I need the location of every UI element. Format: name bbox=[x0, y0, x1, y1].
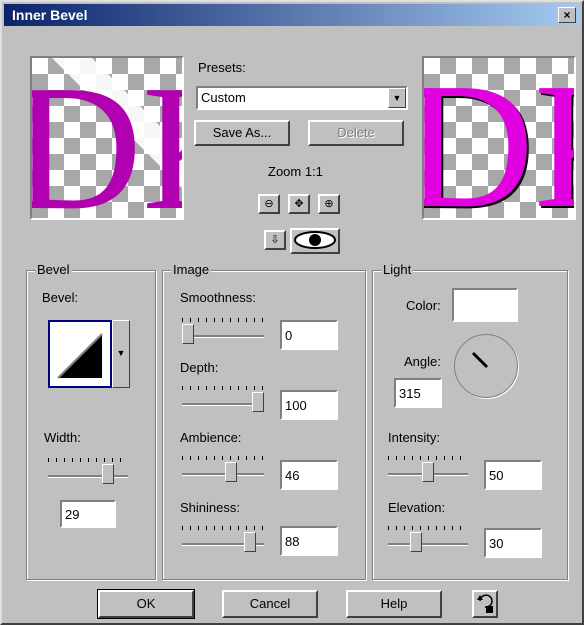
depth-slider[interactable] bbox=[182, 382, 264, 418]
intensity-label: Intensity: bbox=[388, 430, 441, 445]
slider-track bbox=[48, 475, 128, 478]
light-color-swatch[interactable] bbox=[452, 288, 518, 322]
elevation-slider[interactable] bbox=[388, 522, 468, 558]
slider-ticks bbox=[388, 526, 468, 530]
elevation-field[interactable] bbox=[484, 528, 542, 558]
shininess-label: Shininess: bbox=[180, 500, 240, 515]
slider-track bbox=[388, 543, 468, 546]
preview-glyphs-beveled: DK bbox=[424, 58, 574, 218]
cancel-button[interactable]: Cancel bbox=[222, 590, 318, 618]
close-button[interactable]: × bbox=[558, 7, 576, 23]
smoothness-field[interactable] bbox=[280, 320, 338, 350]
slider-thumb[interactable] bbox=[244, 532, 256, 552]
zoom-in-button[interactable]: ⊕ bbox=[318, 194, 340, 214]
presets-label: Presets: bbox=[198, 60, 246, 75]
auto-proof-toggle[interactable] bbox=[290, 228, 340, 254]
pan-button[interactable]: ✥ bbox=[288, 194, 310, 214]
dropdown-arrow-icon[interactable]: ▼ bbox=[388, 88, 406, 108]
save-as-button[interactable]: Save As... bbox=[194, 120, 290, 146]
slider-ticks bbox=[182, 526, 264, 530]
bevel-shape-icon bbox=[57, 333, 103, 379]
delete-button: Delete bbox=[308, 120, 404, 146]
zoom-out-button[interactable]: ⊖ bbox=[258, 194, 280, 214]
ok-button[interactable]: OK bbox=[97, 589, 195, 619]
zoom-label: Zoom 1:1 bbox=[268, 164, 323, 179]
proof-icon: ⇩ bbox=[270, 234, 280, 246]
window-title: Inner Bevel bbox=[12, 7, 88, 23]
presets-dropdown[interactable]: Custom ▼ bbox=[196, 86, 408, 110]
slider-thumb[interactable] bbox=[225, 462, 237, 482]
slider-thumb[interactable] bbox=[410, 532, 422, 552]
reset-button[interactable] bbox=[472, 590, 498, 618]
bevel-label: Bevel: bbox=[42, 290, 79, 305]
zoom-in-icon: ⊕ bbox=[324, 198, 334, 210]
ambience-label: Ambience: bbox=[180, 430, 242, 445]
close-icon: × bbox=[563, 8, 571, 22]
slider-track bbox=[182, 335, 264, 338]
preview-glyphs: DK bbox=[32, 58, 182, 218]
slider-ticks bbox=[182, 318, 264, 322]
shininess-field[interactable] bbox=[280, 526, 338, 556]
slider-ticks bbox=[182, 456, 264, 460]
preview-glyph-after: DK DK bbox=[424, 58, 574, 218]
slider-ticks bbox=[48, 458, 128, 462]
width-slider[interactable] bbox=[48, 454, 128, 490]
pan-icon: ✥ bbox=[294, 198, 304, 210]
proof-button[interactable]: ⇩ bbox=[264, 230, 286, 250]
image-group-title: Image bbox=[171, 262, 212, 277]
smoothness-slider[interactable] bbox=[182, 314, 264, 350]
intensity-field[interactable] bbox=[484, 460, 542, 490]
bevel-group: Bevel bbox=[26, 262, 156, 580]
shininess-slider[interactable] bbox=[182, 522, 264, 558]
bevel-shape-selector[interactable] bbox=[48, 320, 112, 388]
slider-thumb[interactable] bbox=[422, 462, 434, 482]
presets-value: Custom bbox=[201, 90, 246, 105]
color-label: Color: bbox=[406, 298, 441, 313]
preview-glyph-before: DK bbox=[32, 58, 182, 218]
light-group-title: Light bbox=[381, 262, 414, 277]
angle-label: Angle: bbox=[404, 354, 441, 369]
depth-label: Depth: bbox=[180, 360, 219, 375]
help-button[interactable]: Help bbox=[346, 590, 442, 618]
reset-icon bbox=[477, 594, 493, 613]
slider-thumb[interactable] bbox=[182, 324, 194, 344]
elevation-label: Elevation: bbox=[388, 500, 446, 515]
dropdown-arrow-icon: ▼ bbox=[116, 348, 126, 358]
ambience-slider[interactable] bbox=[182, 452, 264, 488]
slider-ticks bbox=[388, 456, 468, 460]
inner-bevel-dialog: Inner Bevel × DK Presets: Custom ▼ Save … bbox=[0, 0, 584, 625]
bevel-shape-dropdown[interactable]: ▼ bbox=[112, 320, 130, 388]
slider-thumb[interactable] bbox=[252, 392, 264, 412]
width-label: Width: bbox=[44, 430, 81, 445]
original-preview[interactable]: DK bbox=[30, 56, 184, 220]
title-bar: Inner Bevel × bbox=[4, 4, 580, 26]
bevel-group-title: Bevel bbox=[35, 262, 72, 277]
angle-dial[interactable] bbox=[454, 334, 518, 398]
slider-thumb[interactable] bbox=[102, 464, 114, 484]
depth-field[interactable] bbox=[280, 390, 338, 420]
zoom-out-icon: ⊖ bbox=[264, 198, 274, 210]
width-field[interactable] bbox=[60, 500, 116, 528]
result-preview[interactable]: DK DK bbox=[422, 56, 576, 220]
slider-ticks bbox=[182, 386, 264, 390]
smoothness-label: Smoothness: bbox=[180, 290, 256, 305]
ambience-field[interactable] bbox=[280, 460, 338, 490]
angle-needle-icon bbox=[471, 351, 489, 369]
slider-track bbox=[182, 473, 264, 476]
intensity-slider[interactable] bbox=[388, 452, 468, 488]
angle-field[interactable] bbox=[394, 378, 442, 408]
eye-icon bbox=[294, 231, 336, 249]
